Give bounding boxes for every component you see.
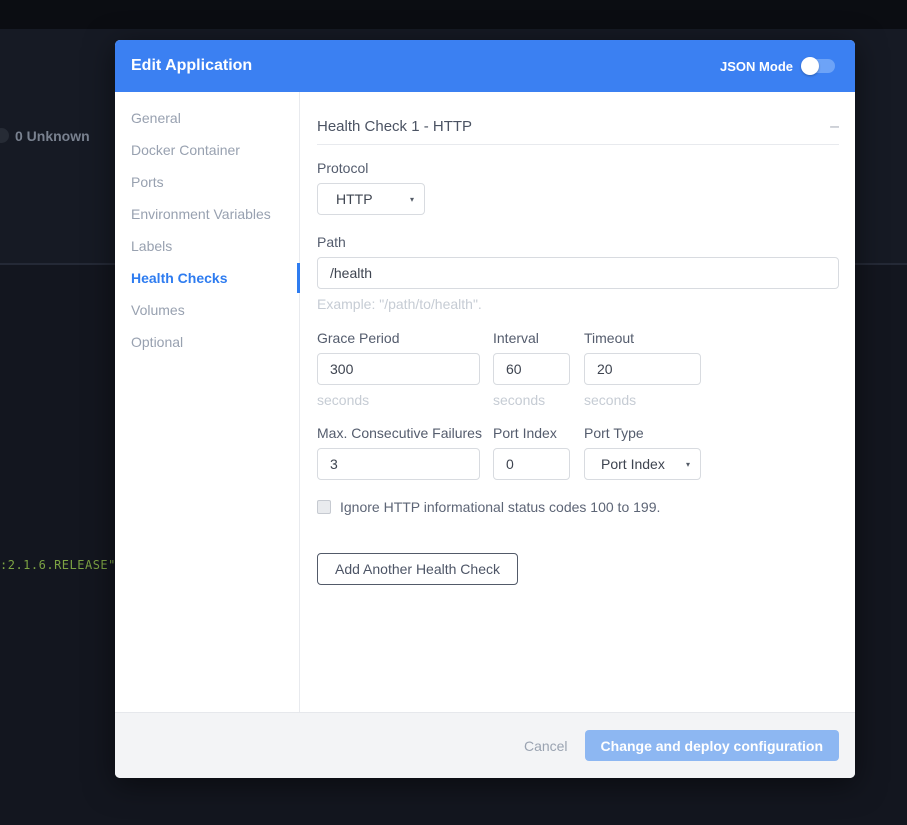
sidebar-item-labels[interactable]: Labels (115, 230, 299, 262)
modal-sidebar: General Docker Container Ports Environme… (115, 92, 300, 712)
modal-title: Edit Application (131, 57, 252, 75)
sidebar-item-optional[interactable]: Optional (115, 326, 299, 358)
page-top-band (0, 0, 907, 29)
timeout-help: seconds (584, 392, 701, 408)
toggle-knob-icon (801, 57, 819, 75)
json-mode-toggle[interactable] (803, 59, 835, 73)
active-tab-indicator (297, 263, 300, 293)
timeout-input[interactable] (584, 353, 701, 385)
json-mode-label: JSON Mode (720, 59, 793, 74)
sidebar-item-environment-variables[interactable]: Environment Variables (115, 198, 299, 230)
port-type-label: Port Type (584, 425, 701, 441)
modal-footer: Cancel Change and deploy configuration (115, 712, 855, 778)
interval-label: Interval (493, 330, 570, 346)
background-code-text: :2.1.6.RELEASE", (0, 558, 124, 572)
collapse-icon[interactable]: – (830, 122, 839, 132)
protocol-value: HTTP (336, 191, 373, 207)
ignore-http-checkbox-label: Ignore HTTP informational status codes 1… (340, 499, 660, 515)
ignore-http-checkbox-row: Ignore HTTP informational status codes 1… (317, 499, 839, 515)
port-index-label: Port Index (493, 425, 570, 441)
add-health-check-button[interactable]: Add Another Health Check (317, 553, 518, 585)
max-consecutive-failures-label: Max. Consecutive Failures (317, 425, 480, 441)
path-input[interactable] (317, 257, 839, 289)
sidebar-item-health-checks[interactable]: Health Checks (115, 262, 299, 294)
change-and-deploy-button[interactable]: Change and deploy configuration (585, 730, 839, 761)
protocol-select[interactable]: HTTP ▾ (317, 183, 425, 215)
port-type-value: Port Index (601, 456, 665, 472)
port-type-select[interactable]: Port Index ▾ (584, 448, 701, 480)
interval-help: seconds (493, 392, 570, 408)
health-check-section-header: Health Check 1 - HTTP – (317, 118, 839, 145)
port-index-input[interactable] (493, 448, 570, 480)
sidebar-item-ports[interactable]: Ports (115, 166, 299, 198)
ignore-http-checkbox[interactable] (317, 500, 331, 514)
timeout-label: Timeout (584, 330, 701, 346)
grace-period-label: Grace Period (317, 330, 480, 346)
grace-period-help: seconds (317, 392, 480, 408)
sidebar-item-docker-container[interactable]: Docker Container (115, 134, 299, 166)
cancel-button[interactable]: Cancel (524, 738, 568, 754)
section-title: Health Check 1 - HTTP (317, 118, 472, 135)
grace-period-input[interactable] (317, 353, 480, 385)
json-mode-control: JSON Mode (720, 59, 835, 74)
protocol-label: Protocol (317, 160, 839, 176)
path-label: Path (317, 234, 839, 250)
health-check-form: Health Check 1 - HTTP – Protocol HTTP ▾ … (300, 92, 855, 712)
max-consecutive-failures-input[interactable] (317, 448, 480, 480)
chevron-down-icon: ▾ (400, 195, 414, 204)
interval-input[interactable] (493, 353, 570, 385)
chevron-down-icon: ▾ (676, 460, 690, 469)
path-help-text: Example: "/path/to/health". (317, 296, 839, 312)
edit-application-modal: Edit Application JSON Mode General Docke… (115, 40, 855, 778)
modal-body: General Docker Container Ports Environme… (115, 92, 855, 712)
sidebar-item-volumes[interactable]: Volumes (115, 294, 299, 326)
status-unknown-count: 0 Unknown (15, 128, 90, 144)
modal-header: Edit Application JSON Mode (115, 40, 855, 92)
sidebar-item-general[interactable]: General (115, 102, 299, 134)
